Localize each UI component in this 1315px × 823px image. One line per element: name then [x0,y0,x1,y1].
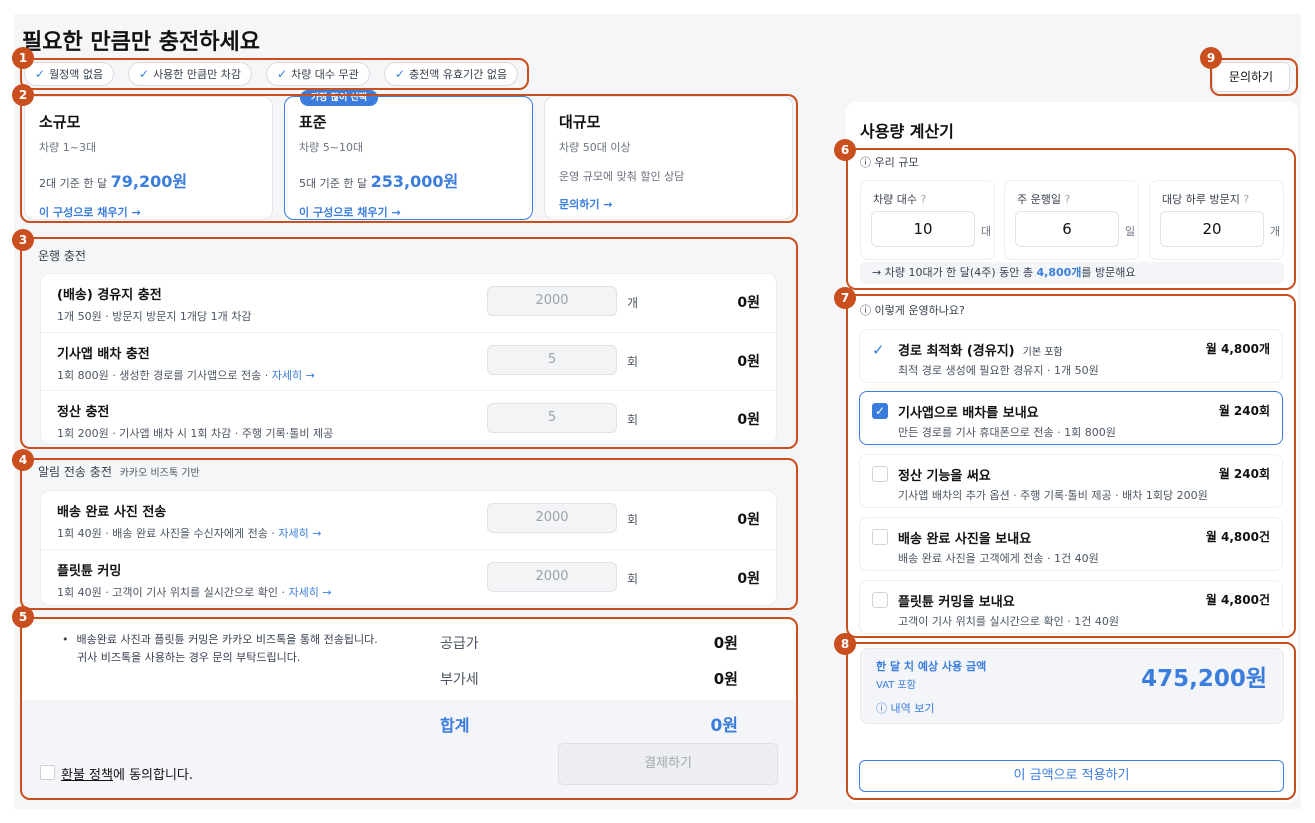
marker-2: 2 [12,84,34,106]
marker-4: 4 [12,449,34,471]
marker-3: 3 [12,229,34,251]
highlight-box-5 [20,617,798,800]
marker-7: 7 [834,287,856,309]
marker-5: 5 [12,606,34,628]
page-title: 필요한 만큼만 충전하세요 [22,30,260,55]
highlight-box-4 [20,458,798,610]
marker-8: 8 [834,633,856,655]
highlight-box-7 [846,294,1296,638]
highlight-box-1 [20,58,529,90]
highlight-box-8 [846,642,1296,800]
marker-1: 1 [12,47,34,69]
highlight-box-2 [20,94,798,223]
highlight-box-6 [846,148,1296,290]
highlight-box-3 [20,237,798,449]
highlight-box-9 [1210,58,1298,96]
marker-9: 9 [1200,47,1222,69]
calculator-title: 사용량 계산기 [860,122,954,141]
marker-6: 6 [834,139,856,161]
